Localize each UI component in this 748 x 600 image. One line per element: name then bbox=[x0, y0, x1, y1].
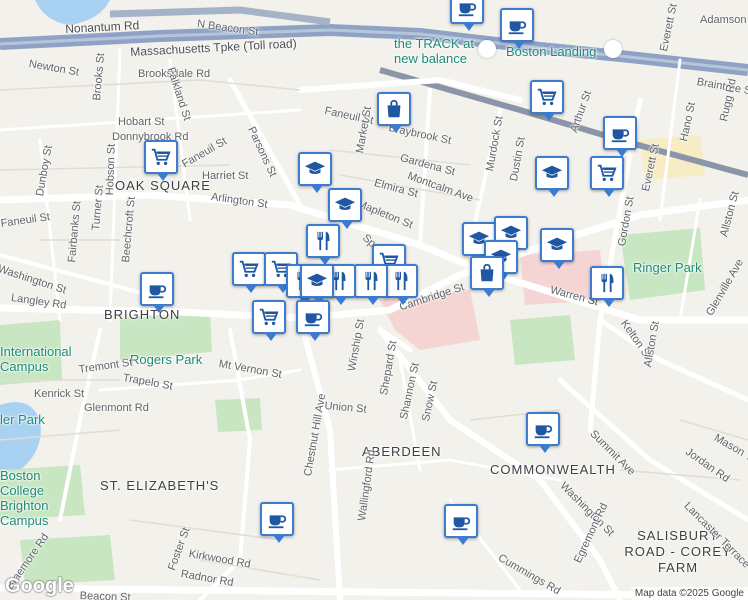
cafe-marker[interactable] bbox=[296, 300, 330, 341]
label-bc-brighton: Boston College Brighton Campus bbox=[0, 468, 49, 528]
grocery-marker[interactable] bbox=[144, 140, 178, 181]
cafe-marker[interactable] bbox=[526, 412, 560, 453]
shopping-cart-icon bbox=[238, 258, 260, 280]
street-label: Glenmont Rd bbox=[84, 402, 149, 414]
label-brighton: BRIGHTON bbox=[104, 307, 181, 322]
label-rogers-park: Rogers Park bbox=[130, 352, 203, 367]
label-intl-campus: International Campus bbox=[0, 344, 72, 374]
school-marker[interactable] bbox=[298, 152, 332, 193]
shopping-bag-icon bbox=[383, 98, 405, 120]
park-cw bbox=[510, 315, 575, 365]
cafe-marker[interactable] bbox=[444, 504, 478, 545]
graduation-cap-icon bbox=[546, 234, 568, 256]
label-st-elizabeths: ST. ELIZABETH'S bbox=[100, 478, 220, 493]
cafe-marker[interactable] bbox=[260, 502, 294, 543]
graduation-cap-icon bbox=[334, 194, 356, 216]
map-attribution[interactable]: Map data ©2025 Google bbox=[630, 587, 748, 600]
shopping-cart-icon bbox=[150, 146, 172, 168]
label-chandler-park: ler Park bbox=[0, 412, 45, 427]
street-label: Kenrick St bbox=[34, 388, 85, 400]
shopping-cart-icon bbox=[596, 162, 618, 184]
label-nonantum: Nonantum Rd bbox=[64, 18, 140, 36]
grocery-marker[interactable] bbox=[530, 80, 564, 121]
school-marker[interactable] bbox=[535, 156, 569, 197]
coffee-cup-icon bbox=[532, 418, 554, 440]
coffee-cup-icon bbox=[506, 14, 528, 36]
school-marker[interactable] bbox=[300, 264, 334, 305]
street-label: Hobart St bbox=[118, 116, 165, 128]
google-logo: Google bbox=[5, 575, 74, 597]
school-marker[interactable] bbox=[540, 228, 574, 269]
restaurant-marker[interactable] bbox=[354, 264, 388, 305]
street-label: Hobson St bbox=[104, 143, 118, 196]
park-sq bbox=[215, 398, 262, 432]
fork-knife-icon bbox=[390, 270, 412, 292]
restaurant-marker[interactable] bbox=[384, 264, 418, 305]
fork-knife-icon bbox=[360, 270, 382, 292]
shopping-cart-icon bbox=[258, 306, 280, 328]
cafe-marker[interactable] bbox=[140, 272, 174, 313]
label-oak-square: OAK SQUARE bbox=[115, 178, 211, 193]
coffee-cup-icon bbox=[302, 306, 324, 328]
map-canvas[interactable]: OAK SQUARE BRIGHTON ABERDEEN COMMONWEALT… bbox=[0, 0, 748, 600]
cafe-marker[interactable] bbox=[603, 116, 637, 157]
coffee-cup-icon bbox=[146, 278, 168, 300]
fork-knife-icon bbox=[312, 230, 334, 252]
street-label: Adamson St bbox=[700, 14, 748, 26]
restaurant-marker[interactable] bbox=[590, 266, 624, 307]
shopping-marker[interactable] bbox=[470, 256, 504, 297]
grocery-marker[interactable] bbox=[252, 300, 286, 341]
coffee-cup-icon bbox=[609, 122, 631, 144]
grocery-marker[interactable] bbox=[590, 156, 624, 197]
coffee-cup-icon bbox=[450, 510, 472, 532]
highway-mass-pike bbox=[0, 23, 748, 76]
label-ringer-park: Ringer Park bbox=[633, 260, 702, 275]
shopping-marker[interactable] bbox=[377, 92, 411, 133]
cafe-marker[interactable] bbox=[500, 8, 534, 49]
restaurant-marker[interactable] bbox=[306, 224, 340, 265]
cafe-marker[interactable] bbox=[450, 0, 484, 31]
street-label: Harriet St bbox=[202, 170, 249, 182]
fork-knife-icon bbox=[596, 272, 618, 294]
train-station-icon[interactable] bbox=[604, 40, 622, 58]
graduation-cap-icon bbox=[306, 270, 328, 292]
boston-landing-transit-icon[interactable] bbox=[478, 40, 496, 58]
graduation-cap-icon bbox=[304, 158, 326, 180]
shopping-bag-icon bbox=[476, 262, 498, 284]
grocery-marker[interactable] bbox=[232, 252, 266, 293]
school-marker[interactable] bbox=[328, 188, 362, 229]
shopping-cart-icon bbox=[536, 86, 558, 108]
label-commonwealth: COMMONWEALTH bbox=[490, 462, 616, 477]
label-the-track: the TRACK at new balance bbox=[394, 36, 474, 66]
graduation-cap-icon bbox=[541, 162, 563, 184]
coffee-cup-icon bbox=[456, 0, 478, 18]
street-label: Beacon St bbox=[79, 590, 131, 600]
coffee-cup-icon bbox=[266, 508, 288, 530]
